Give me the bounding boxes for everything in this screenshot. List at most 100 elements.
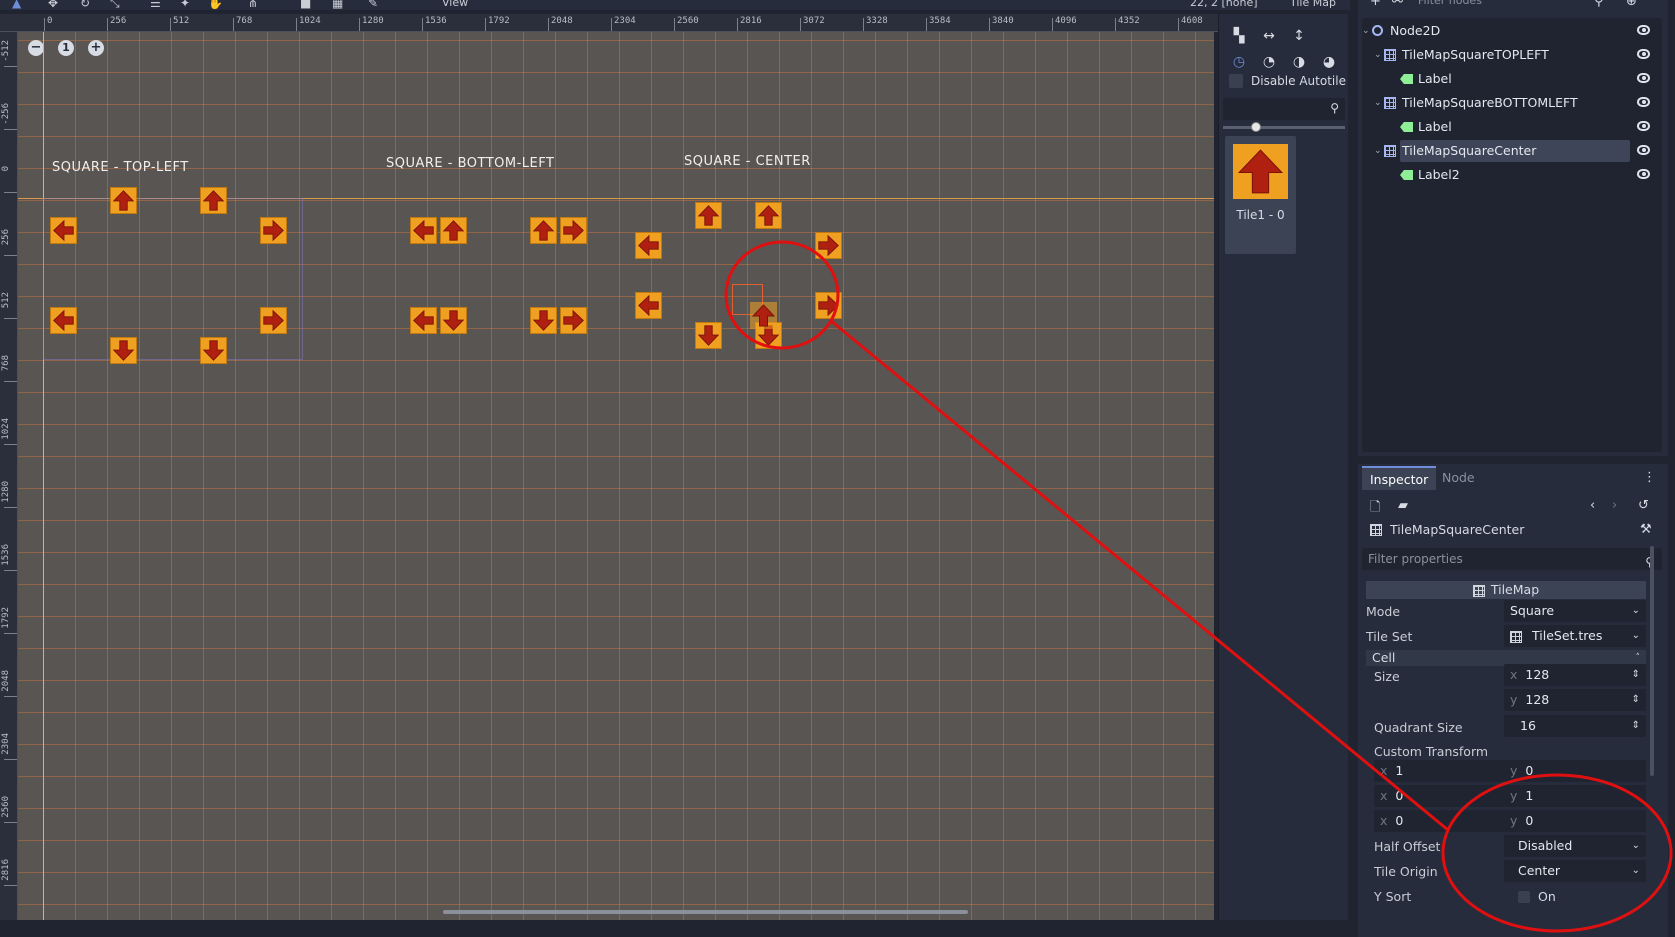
visibility-eye-icon[interactable]: [1637, 145, 1650, 155]
search-icon[interactable]: ⚲: [1594, 0, 1604, 9]
ct-row3-y-field[interactable]: y0: [1504, 810, 1646, 832]
tools-icon[interactable]: ⚒: [1640, 522, 1652, 537]
scene-node-row[interactable]: Label: [1362, 68, 1662, 90]
grid-select-icon[interactable]: ▚: [1229, 26, 1249, 46]
quadrant-size-field[interactable]: 16 ⇕: [1504, 715, 1646, 737]
filter-properties-input[interactable]: Filter properties ⚲: [1362, 548, 1662, 570]
y-sort-toggle[interactable]: On: [1518, 889, 1556, 904]
mirror-y-icon[interactable]: ↕: [1289, 26, 1309, 46]
inspector-scrollbar[interactable]: [1650, 546, 1654, 776]
bone-icon[interactable]: ✎: [368, 0, 378, 10]
mirror-x-icon[interactable]: ↔: [1259, 26, 1279, 46]
tab-node[interactable]: Node: [1434, 466, 1483, 490]
instance-icon[interactable]: ⊕: [1626, 0, 1637, 9]
scene-node-row[interactable]: ⌄ TileMapSquareCenter: [1362, 140, 1662, 162]
ct-row2-x-field[interactable]: x0: [1374, 785, 1504, 807]
tile-search-input[interactable]: ⚲: [1223, 98, 1345, 120]
zoom-reset-button[interactable]: 1: [58, 40, 74, 56]
label-center: SQUARE - CENTER: [684, 154, 811, 169]
history-icon[interactable]: ↺: [1638, 498, 1649, 513]
visibility-eye-icon[interactable]: [1637, 169, 1650, 179]
visibility-eye-icon[interactable]: [1637, 121, 1650, 131]
pan-tool-icon[interactable]: ✋: [208, 0, 223, 10]
select-tool-icon[interactable]: ▲: [12, 0, 21, 10]
ct-row2-x-axis: x: [1380, 788, 1388, 803]
visibility-eye-icon[interactable]: [1637, 49, 1650, 59]
palette-tile-item[interactable]: Tile1 - 0: [1225, 136, 1296, 254]
tilemap-icon: [1472, 584, 1485, 597]
chevron-down-icon[interactable]: ⌄: [1362, 20, 1370, 42]
rotate-180-icon[interactable]: ◑: [1289, 52, 1309, 72]
zoom-out-button[interactable]: −: [28, 40, 44, 56]
horizontal-scrollbar[interactable]: [443, 910, 968, 914]
ct-row3-x-field[interactable]: x0: [1374, 810, 1504, 832]
ruler-tick: [107, 18, 108, 31]
visibility-eye-icon[interactable]: [1637, 97, 1650, 107]
history-forward-icon[interactable]: ›: [1612, 498, 1617, 513]
chevron-down-icon: ⌄: [1631, 865, 1640, 876]
chevron-down-icon[interactable]: ⌄: [1374, 140, 1382, 162]
rotate-tool-icon[interactable]: ↻: [80, 0, 90, 10]
ruler-label: 3584: [929, 16, 951, 26]
ruler-label: -512: [1, 40, 11, 62]
ruler-tick: [4, 822, 17, 823]
section-tilemap[interactable]: TileMap: [1366, 581, 1646, 599]
ct-row2-y-value: 1: [1525, 788, 1534, 803]
chevron-down-icon[interactable]: ⌄: [1374, 44, 1382, 66]
scene-node-row[interactable]: ⌄ TileMapSquareBOTTOMLEFT: [1362, 92, 1662, 114]
open-folder-icon[interactable]: ▰: [1398, 498, 1408, 513]
tileset-resource-field[interactable]: TileSet.tres ⌄: [1504, 625, 1646, 647]
disable-autotile-toggle[interactable]: Disable Autotile: [1229, 74, 1346, 88]
label-icon: [1400, 122, 1413, 132]
ct-row2-y-field[interactable]: y1: [1504, 785, 1646, 807]
zoom-slider-knob[interactable]: [1251, 122, 1261, 132]
ruler-tick: [4, 444, 17, 445]
pivot-icon[interactable]: ✦: [180, 0, 190, 10]
size-x-field[interactable]: x 128 ⇕: [1504, 664, 1646, 686]
new-resource-icon[interactable]: 🗋: [1370, 498, 1380, 520]
visibility-eye-icon[interactable]: [1637, 73, 1650, 83]
chevron-down-icon[interactable]: ⌄: [1374, 92, 1382, 114]
zoom-slider[interactable]: [1223, 122, 1345, 132]
scene-node-row[interactable]: Label: [1362, 116, 1662, 138]
group-icon[interactable]: ▦: [332, 0, 343, 10]
tile-origin-dropdown[interactable]: Center ⌄: [1504, 860, 1646, 882]
lock-icon[interactable]: ■: [300, 0, 311, 10]
scale-tool-icon[interactable]: ⤡: [110, 0, 120, 11]
link-icon[interactable]: ⚯: [1392, 0, 1403, 9]
history-back-icon[interactable]: ‹: [1590, 498, 1595, 513]
scene-node-row[interactable]: ⌄ TileMapSquareTOPLEFT: [1362, 44, 1662, 66]
tilemap-menu[interactable]: Tile Map: [1290, 0, 1336, 9]
rotate-270-icon[interactable]: ◕: [1319, 52, 1339, 72]
scene-filter-input[interactable]: Filter nodes: [1418, 0, 1588, 10]
ct-row1-y-value: 0: [1525, 763, 1534, 778]
ct-row1-x-field[interactable]: x1: [1374, 760, 1504, 782]
ct-row1-y-field[interactable]: y0: [1504, 760, 1646, 782]
view-menu[interactable]: View: [442, 0, 468, 9]
visibility-eye-icon[interactable]: [1637, 25, 1650, 35]
arrow-tile-up: [695, 202, 722, 229]
snap-icon[interactable]: ⋔: [248, 0, 258, 10]
y-sort-label: Y Sort: [1374, 889, 1412, 904]
scene-node-row[interactable]: ⌄ Node2D: [1362, 20, 1662, 42]
zoom-in-button[interactable]: +: [88, 40, 104, 56]
move-tool-icon[interactable]: ✥: [48, 0, 58, 10]
add-node-icon[interactable]: +: [1370, 0, 1381, 9]
mode-dropdown[interactable]: Square ⌄: [1504, 600, 1646, 622]
scene-node-row[interactable]: Label2: [1362, 164, 1662, 186]
spinner-icon[interactable]: ⇕: [1632, 689, 1640, 711]
spinner-icon[interactable]: ⇕: [1632, 664, 1640, 686]
canvas-viewport[interactable]: − 1 + SQUARE - TOP-LEFT SQUARE - BOTTOM-…: [18, 32, 1214, 920]
ruler-label: 2304: [614, 16, 636, 26]
tab-inspector[interactable]: Inspector: [1362, 466, 1437, 490]
disable-autotile-checkbox[interactable]: [1229, 74, 1243, 88]
size-y-field[interactable]: y 128 ⇕: [1504, 689, 1646, 711]
rotate-90-icon[interactable]: ◔: [1259, 52, 1279, 72]
rotate-0-icon[interactable]: ◷: [1229, 52, 1249, 72]
ruler-label: 2816: [740, 16, 762, 26]
spinner-icon[interactable]: ⇕: [1632, 715, 1640, 737]
kebab-menu-icon[interactable]: ⋮: [1643, 470, 1656, 485]
half-offset-dropdown[interactable]: Disabled ⌄: [1504, 835, 1646, 857]
y-sort-checkbox[interactable]: [1518, 890, 1530, 903]
list-select-icon[interactable]: ☰: [150, 0, 161, 10]
